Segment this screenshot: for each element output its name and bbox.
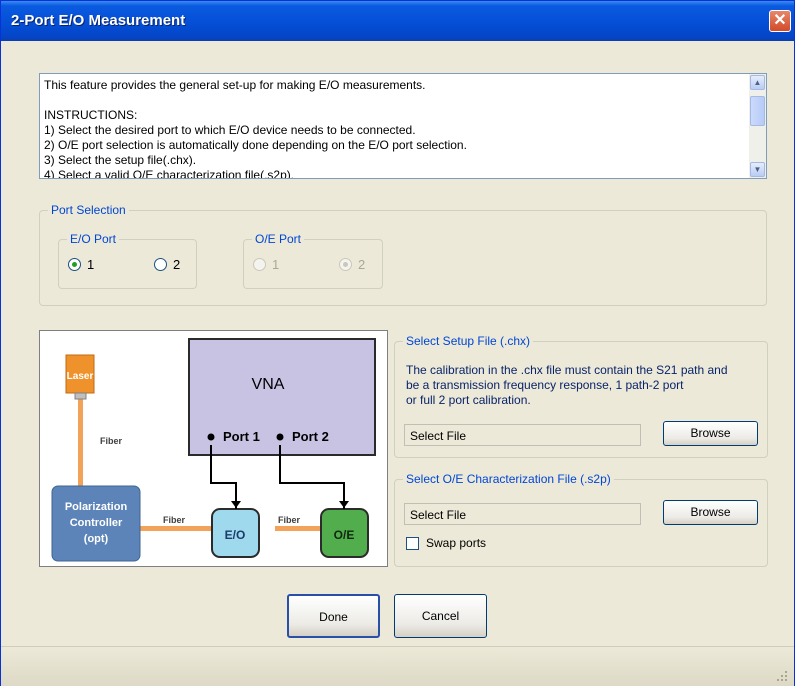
eo-port-legend: E/O Port bbox=[67, 232, 120, 246]
close-button[interactable]: ✕ bbox=[769, 10, 791, 32]
radio-button[interactable] bbox=[68, 258, 81, 271]
done-label: Done bbox=[319, 610, 348, 624]
radio-button bbox=[339, 258, 352, 271]
description-line: or full 2 port calibration. bbox=[406, 393, 531, 407]
status-bar bbox=[1, 646, 794, 686]
fiber-link-2 bbox=[275, 526, 323, 531]
setup-file-legend: Select Setup File (.chx) bbox=[403, 334, 534, 348]
chevron-down-icon: ▼ bbox=[753, 165, 762, 174]
polarization-label-line1: Polarization bbox=[65, 501, 128, 513]
laser-connector bbox=[74, 392, 87, 400]
setup-file-description: The calibration in the .chx file must co… bbox=[406, 363, 761, 408]
instructions-line: 3) Select the setup file(.chx). bbox=[44, 153, 197, 167]
scroll-down-button[interactable]: ▼ bbox=[750, 162, 765, 177]
done-button[interactable]: Done bbox=[287, 594, 380, 638]
description-line: be a transmission frequency response, 1 … bbox=[406, 378, 684, 392]
arrow-eo bbox=[231, 501, 241, 508]
instructions-line bbox=[44, 93, 744, 108]
instructions-line: INSTRUCTIONS: bbox=[44, 108, 138, 122]
swap-ports-checkbox[interactable] bbox=[406, 537, 419, 550]
port-selection-legend: Port Selection bbox=[48, 203, 129, 217]
close-icon: ✕ bbox=[773, 12, 787, 29]
radio-label: 1 bbox=[87, 257, 95, 272]
polarization-label-line2: Controller bbox=[70, 517, 123, 529]
vna-label: VNA bbox=[252, 376, 285, 393]
instructions-textbox[interactable]: This feature provides the general set-up… bbox=[39, 73, 767, 179]
eo-port-radio-2[interactable]: 2 bbox=[154, 257, 180, 272]
cancel-button[interactable]: Cancel bbox=[394, 594, 487, 638]
instructions-line: This feature provides the general set-up… bbox=[44, 78, 426, 92]
oe-browse-button[interactable]: Browse bbox=[663, 500, 758, 525]
scroll-thumb[interactable] bbox=[750, 96, 765, 126]
resize-grip-icon[interactable] bbox=[776, 670, 788, 682]
radio-label: 2 bbox=[173, 257, 181, 272]
oe-file-value: Select File bbox=[410, 508, 467, 522]
instructions-line: 2) O/E port selection is automatically d… bbox=[44, 138, 467, 152]
oe-label: O/E bbox=[334, 528, 355, 542]
radio-label: 1 bbox=[272, 257, 280, 272]
instructions-line: 4) Select a valid O/E characterization f… bbox=[44, 168, 295, 179]
cancel-label: Cancel bbox=[421, 609, 460, 623]
fiber-vertical bbox=[78, 393, 83, 491]
oe-file-legend: Select O/E Characterization File (.s2p) bbox=[403, 472, 614, 486]
fiber-vertical-label: Fiber bbox=[100, 436, 123, 446]
fiber-1-label: Fiber bbox=[163, 515, 186, 525]
browse-label: Browse bbox=[690, 505, 731, 519]
oe-port-radio-1: 1 bbox=[253, 257, 279, 272]
setup-file-value: Select File bbox=[410, 429, 467, 443]
setup-file-field[interactable]: Select File bbox=[404, 424, 641, 446]
browse-label: Browse bbox=[690, 426, 731, 440]
oe-file-field[interactable]: Select File bbox=[404, 503, 641, 525]
setup-diagram: Laser Fiber Polarization Controller (opt… bbox=[39, 330, 388, 567]
eo-label: E/O bbox=[225, 528, 246, 542]
radio-button[interactable] bbox=[154, 258, 167, 271]
fiber-2-label: Fiber bbox=[278, 515, 301, 525]
radio-label: 2 bbox=[358, 257, 366, 272]
instructions-line: 1) Select the desired port to which E/O … bbox=[44, 123, 416, 137]
polarization-label-line3: (opt) bbox=[84, 533, 109, 545]
port1-label: Port 1 bbox=[223, 429, 260, 444]
eo-port-radio-1[interactable]: 1 bbox=[68, 257, 94, 272]
oe-port-radio-2: 2 bbox=[339, 257, 365, 272]
instructions-scrollbar[interactable]: ▲ ▼ bbox=[749, 74, 766, 178]
radio-button bbox=[253, 258, 266, 271]
setup-diagram-svg: Laser Fiber Polarization Controller (opt… bbox=[51, 338, 376, 562]
instructions-text: This feature provides the general set-up… bbox=[44, 78, 744, 179]
port1-dot bbox=[207, 433, 215, 441]
window-title: 2-Port E/O Measurement bbox=[11, 12, 186, 29]
port2-label: Port 2 bbox=[292, 429, 329, 444]
setup-browse-button[interactable]: Browse bbox=[663, 421, 758, 446]
oe-port-legend: O/E Port bbox=[252, 232, 305, 246]
dialog-window: 2-Port E/O Measurement ✕ This feature pr… bbox=[0, 0, 795, 686]
port2-dot bbox=[276, 433, 284, 441]
scroll-up-button[interactable]: ▲ bbox=[750, 75, 765, 90]
description-line: The calibration in the .chx file must co… bbox=[406, 363, 728, 377]
chevron-up-icon: ▲ bbox=[753, 78, 762, 87]
title-bar[interactable]: 2-Port E/O Measurement ✕ bbox=[1, 1, 794, 41]
swap-ports-label[interactable]: Swap ports bbox=[426, 536, 486, 550]
fiber-link-1 bbox=[138, 526, 218, 531]
laser-label: Laser bbox=[67, 371, 94, 382]
arrow-oe bbox=[339, 501, 349, 508]
